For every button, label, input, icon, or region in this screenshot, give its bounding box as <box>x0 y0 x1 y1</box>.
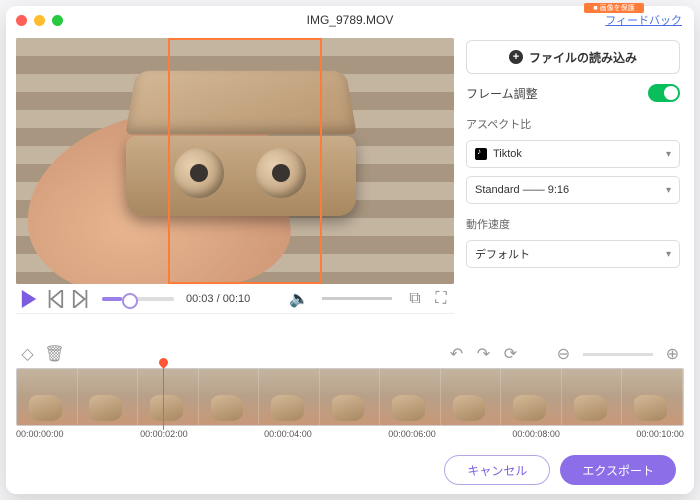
thumbnail <box>17 369 78 425</box>
app-window: ■ 画像を保護 IMG_9789.MOV フィードバック 00:03 / 00:… <box>6 6 694 494</box>
prev-frame-icon[interactable] <box>46 290 64 308</box>
timecode: 00:00:02:00 <box>140 429 188 439</box>
feedback-link[interactable]: フィードバック <box>605 12 682 28</box>
frame-adjust-toggle[interactable] <box>648 84 680 102</box>
export-button[interactable]: エクスポート <box>560 455 676 485</box>
chevron-down-icon: ▾ <box>666 249 671 260</box>
plus-icon: + <box>509 50 523 64</box>
zoom-out-icon[interactable]: ⊖ <box>556 347 571 362</box>
timecode: 00:00:06:00 <box>388 429 436 439</box>
add-marker-icon[interactable]: ◇ <box>20 347 35 362</box>
ratio-select[interactable]: Standard —— 9:16 ▾ <box>466 176 680 204</box>
aspect-label: アスペクト比 <box>466 116 680 132</box>
import-label: ファイルの読み込み <box>529 49 637 66</box>
settings-panel: + ファイルの読み込み フレーム調整 アスペクト比 Tiktok ▾ Stand… <box>464 38 684 340</box>
snapshot-icon[interactable]: ⧉ <box>406 290 424 308</box>
timecode: 00:00:08:00 <box>512 429 560 439</box>
fullscreen-icon[interactable]: ⛶ <box>432 290 450 308</box>
cancel-button[interactable]: キャンセル <box>444 455 550 485</box>
speed-select[interactable]: デフォルト ▾ <box>466 240 680 268</box>
timecode: 00:00:04:00 <box>264 429 312 439</box>
seek-bar[interactable] <box>102 297 174 301</box>
chevron-down-icon: ▾ <box>666 185 671 196</box>
zoom-in-icon[interactable]: ⊕ <box>665 347 680 362</box>
thumbnail <box>259 369 320 425</box>
footer: キャンセル エクスポート <box>6 446 694 494</box>
timecode-row: 00:00:00:00 00:00:02:00 00:00:04:00 00:0… <box>16 429 684 439</box>
thumbnail <box>78 369 139 425</box>
zoom-slider[interactable] <box>583 353 653 356</box>
thumbnail <box>562 369 623 425</box>
thumbnail <box>441 369 502 425</box>
platform-select[interactable]: Tiktok ▾ <box>466 140 680 168</box>
speed-label: 動作速度 <box>466 216 680 232</box>
window-title: IMG_9789.MOV <box>6 13 694 27</box>
chevron-down-icon: ▾ <box>666 149 671 160</box>
thumbnail <box>320 369 381 425</box>
playhead[interactable] <box>163 358 164 430</box>
volume-icon[interactable]: 🔈 <box>290 290 308 308</box>
crop-frame[interactable] <box>168 38 322 284</box>
thumbnail <box>380 369 441 425</box>
playback-controls: 00:03 / 00:10 🔈 ⧉ ⛶ <box>16 284 454 314</box>
time-display: 00:03 / 00:10 <box>186 293 250 305</box>
undo-icon[interactable]: ↶ <box>449 347 464 362</box>
titlebar: ■ 画像を保護 IMG_9789.MOV フィードバック <box>6 6 694 34</box>
thumbnail <box>199 369 260 425</box>
import-file-button[interactable]: + ファイルの読み込み <box>466 40 680 74</box>
frame-adjust-label: フレーム調整 <box>466 85 538 102</box>
redo-icon[interactable]: ↷ <box>476 347 491 362</box>
refresh-icon[interactable]: ⟳ <box>503 347 518 362</box>
timecode: 00:00:10:00 <box>636 429 684 439</box>
timeline-frames[interactable] <box>16 368 684 426</box>
video-preview[interactable] <box>16 38 454 284</box>
timecode: 00:00:00:00 <box>16 429 64 439</box>
edit-toolbar: ◇ 🗑 ↶ ↷ ⟳ ⊖ ⊕ <box>6 340 694 368</box>
next-frame-icon[interactable] <box>72 290 90 308</box>
thumbnail <box>138 369 199 425</box>
preview-pane: 00:03 / 00:10 🔈 ⧉ ⛶ <box>16 38 454 340</box>
content-area: 00:03 / 00:10 🔈 ⧉ ⛶ + ファイルの読み込み フレーム調整 ア… <box>6 34 694 340</box>
volume-slider[interactable] <box>322 297 392 300</box>
thumbnail <box>622 369 683 425</box>
delete-icon[interactable]: 🗑 <box>47 347 62 362</box>
timeline[interactable]: 00:00:00:00 00:00:02:00 00:00:04:00 00:0… <box>16 368 684 446</box>
thumbnail <box>501 369 562 425</box>
tiktok-icon <box>475 148 487 160</box>
play-icon[interactable] <box>20 290 38 308</box>
